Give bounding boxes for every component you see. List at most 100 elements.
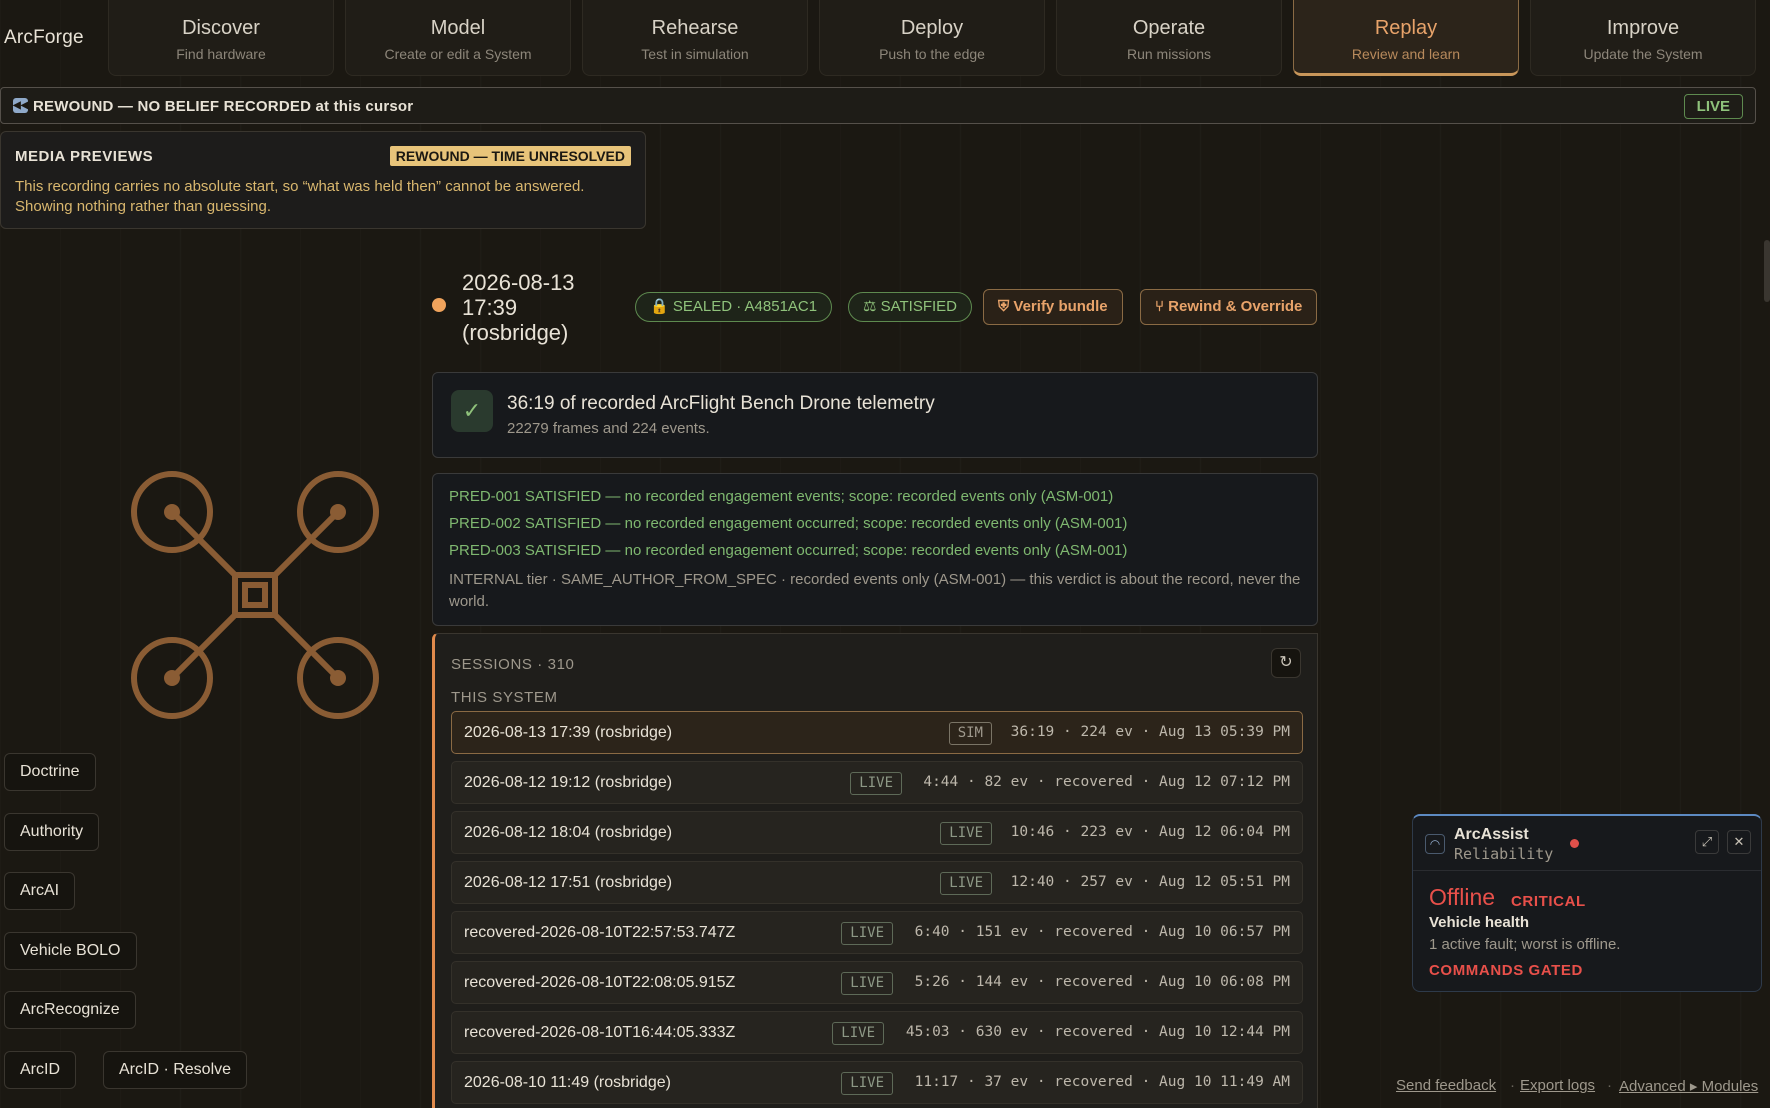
doctrine-button[interactable]: Doctrine [4,753,96,791]
session-meta: 12:40 · 257 ev · Aug 12 05:51 PM [1010,874,1290,890]
predicates-panel: PRED-001 SATISFIED — no recorded engagem… [432,473,1318,626]
session-name: recovered-2026-08-10T22:08:05.915Z [464,974,736,991]
session-name: 2026-08-12 19:12 (rosbridge) [464,774,673,791]
rewound-banner: ◀◀ REWOUND — NO BELIEF RECORDED at this … [0,87,1756,124]
refresh-icon[interactable]: ↻ [1271,648,1301,678]
arcid-button[interactable]: ArcID [4,1051,76,1089]
app-logo: ArcForge [4,27,84,48]
session-name: recovered-2026-08-10T22:57:53.747Z [464,924,736,941]
send-feedback-link[interactable]: Send feedback [1396,1077,1496,1094]
telemetry-summary-card: ✓ 36:19 of recorded ArcFlight Bench Dron… [432,372,1318,458]
tab-improve[interactable]: Improve Update the System [1530,0,1756,76]
sessions-heading: SESSIONS · 310 [451,656,575,673]
media-previews-panel: MEDIA PREVIEWS REWOUND — TIME UNRESOLVED… [0,131,646,229]
commands-gated-label: COMMANDS GATED [1429,962,1583,979]
session-row[interactable]: recovered-2026-08-10T16:44:05.333Z LIVE … [451,1011,1303,1054]
sessions-subheading: THIS SYSTEM [451,689,558,706]
tab-operate[interactable]: Operate Run missions [1056,0,1282,76]
summary-title: 36:19 of recorded ArcFlight Bench Drone … [507,393,935,414]
session-row[interactable]: recovered-2026-08-10T22:57:53.747Z LIVE … [451,911,1303,954]
session-meta: 5:26 · 144 ev · recovered · Aug 10 06:08… [914,974,1290,990]
banner-text: REWOUND — NO BELIEF RECORDED at this cur… [33,98,414,115]
tab-subtitle: Update the System [1583,46,1703,62]
session-kind-badge: SIM [948,722,992,745]
tab-title: Deploy [900,17,964,39]
session-name: 2026-08-12 17:51 (rosbridge) [464,874,673,891]
severity-label: CRITICAL [1511,893,1586,910]
live-badge[interactable]: LIVE [1683,94,1743,119]
expand-icon[interactable]: ⤢ [1695,830,1719,854]
footer-separator: · [1510,1077,1515,1094]
arcid-resolve-button[interactable]: ArcID · Resolve [103,1051,248,1089]
session-meta: 4:44 · 82 ev · recovered · Aug 12 07:12 … [923,774,1290,790]
tab-rehearse[interactable]: Rehearse Test in simulation [582,0,808,76]
predicate-line: PRED-002 SATISFIED — no recorded engagem… [449,515,1128,532]
tab-deploy[interactable]: Deploy Push to the edge [819,0,1045,76]
tab-subtitle: Create or edit a System [384,46,532,62]
close-icon[interactable]: ✕ [1727,830,1751,854]
top-nav: ArcForge Discover Find hardware Model Crea… [0,0,1770,78]
tab-subtitle: Test in simulation [641,46,749,62]
session-meta: 6:40 · 151 ev · recovered · Aug 10 06:57… [914,924,1290,940]
session-name: recovered-2026-08-10T16:44:05.333Z [464,1024,736,1041]
tab-title: Replay [1374,17,1438,39]
media-previews-body: This recording carries no absolute start… [15,178,585,215]
summary-detail: 22279 frames and 224 events. [507,420,710,437]
tab-subtitle: Push to the edge [879,46,985,62]
scrollbar[interactable] [1764,240,1770,302]
session-row[interactable]: 2026-08-13 17:39 (rosbridge) SIM 36:19 ·… [451,711,1303,754]
session-kind-badge: LIVE [841,1072,893,1095]
check-icon: ✓ [451,390,493,432]
satisfied-badge: ⚖ SATISFIED [848,292,973,322]
tab-replay[interactable]: Replay Review and learn [1293,0,1519,76]
arcassist-panel: ◠ ArcAssist Reliability ⤢ ✕ Offline CRIT… [1412,814,1762,992]
session-row[interactable]: 2026-08-10 11:49 (rosbridge) LIVE 11:17 … [451,1061,1303,1104]
session-kind-badge: LIVE [940,822,992,845]
session-kind-badge: LIVE [940,872,992,895]
tab-discover[interactable]: Discover Find hardware [108,0,334,76]
export-logs-link[interactable]: Export logs [1520,1077,1595,1094]
assist-subject: Vehicle health [1429,914,1530,931]
authority-button[interactable]: Authority [4,813,100,851]
status-dot [1570,839,1579,848]
session-meta: 36:19 · 224 ev · Aug 13 05:39 PM [1010,724,1290,740]
tab-title: Model [430,17,486,39]
session-name: 2026-08-10 11:49 (rosbridge) [464,1074,671,1091]
tier-note: INTERNAL tier · SAME_AUTHOR_FROM_SPEC · … [449,571,1301,610]
session-title: 2026-08-13 17:39 (rosbridge) [462,270,575,345]
session-meta: 11:17 · 37 ev · recovered · Aug 10 11:49… [914,1074,1290,1090]
footer-separator: · [1607,1077,1612,1094]
divider [1413,870,1761,871]
session-name: 2026-08-13 17:39 (rosbridge) [464,724,673,741]
session-row[interactable]: 2026-08-12 18:04 (rosbridge) LIVE 10:46 … [451,811,1303,854]
verify-bundle-button[interactable]: ⛨ Verify bundle [983,289,1123,325]
tab-title: Discover [182,17,260,39]
session-row[interactable]: 2026-08-12 17:51 (rosbridge) LIVE 12:40 … [451,861,1303,904]
media-previews-heading: MEDIA PREVIEWS [15,148,154,165]
assist-detail: 1 active fault; worst is offline. [1429,936,1621,953]
arcai-button[interactable]: ArcAI [4,872,76,910]
rewind-override-button[interactable]: ⑂ Rewind & Override [1140,289,1318,325]
vehicle-bolo-button[interactable]: Vehicle BOLO [4,932,137,970]
assist-name: ArcAssist [1454,826,1529,843]
tab-subtitle: Review and learn [1351,46,1461,62]
session-row[interactable]: 2026-08-12 19:12 (rosbridge) LIVE 4:44 ·… [451,761,1303,804]
tab-title: Operate [1132,17,1206,39]
session-status-dot [432,298,446,312]
tab-subtitle: Find hardware [176,46,266,62]
gauge-icon: ◠ [1425,834,1445,854]
arcrecognize-button[interactable]: ArcRecognize [4,991,136,1029]
advanced-modules-link[interactable]: Advanced ▸ Modules [1619,1077,1758,1095]
time-unresolved-tag: REWOUND — TIME UNRESOLVED [389,146,631,166]
session-kind-badge: LIVE [841,972,893,995]
sessions-panel: SESSIONS · 310 ↻ THIS SYSTEM 2026-08-13 … [432,633,1318,1108]
tab-model[interactable]: Model Create or edit a System [345,0,571,76]
session-kind-badge: LIVE [832,1022,884,1045]
session-header: 2026-08-13 17:39 (rosbridge) 🔒 SEALED · … [430,262,1320,348]
session-meta: 10:46 · 223 ev · Aug 12 06:04 PM [1010,824,1290,840]
tab-title: Improve [1606,17,1680,39]
drone-icon [131,471,379,719]
tab-title: Rehearse [651,17,739,39]
assist-mode: Reliability [1454,845,1554,863]
session-row[interactable]: recovered-2026-08-10T22:08:05.915Z LIVE … [451,961,1303,1004]
